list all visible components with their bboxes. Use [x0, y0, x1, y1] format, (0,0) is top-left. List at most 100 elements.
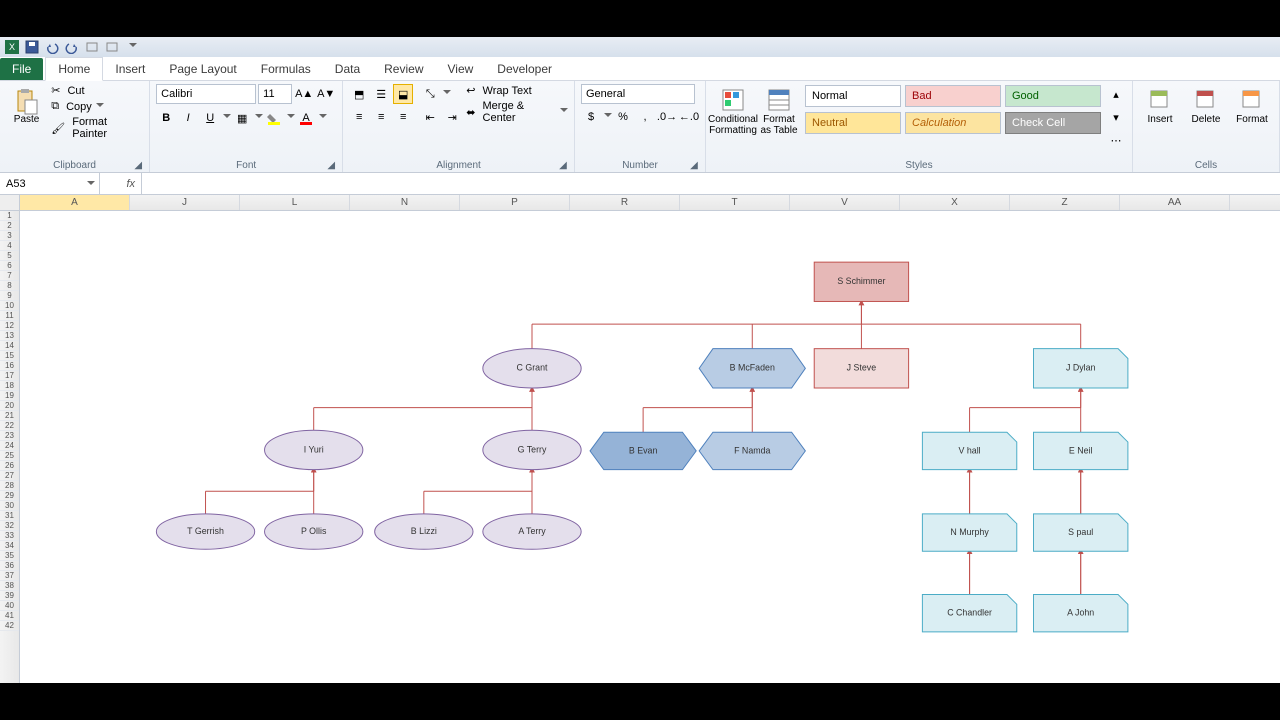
row-header-39[interactable]: 39	[0, 591, 19, 601]
row-header-4[interactable]: 4	[0, 241, 19, 251]
save-icon[interactable]	[24, 39, 40, 55]
font-size-combo[interactable]: 11	[258, 84, 292, 104]
row-header-27[interactable]: 27	[0, 471, 19, 481]
style-neutral[interactable]: Neutral	[805, 112, 901, 134]
insert-cells-button[interactable]: Insert	[1139, 84, 1181, 125]
tab-home[interactable]: Home	[45, 57, 103, 81]
merge-center-button[interactable]: ⬌ Merge & Center	[466, 100, 568, 124]
node-jsteve[interactable]: J Steve	[814, 349, 908, 388]
row-header-26[interactable]: 26	[0, 461, 19, 471]
node-bevan[interactable]: B Evan	[590, 432, 696, 469]
node-pollis[interactable]: P Ollis	[265, 514, 363, 549]
align-top-button[interactable]: ⬒	[349, 84, 369, 104]
bold-button[interactable]: B	[156, 108, 176, 128]
row-header-25[interactable]: 25	[0, 451, 19, 461]
align-right-button[interactable]: ≡	[393, 107, 413, 127]
row-header-21[interactable]: 21	[0, 411, 19, 421]
percent-button[interactable]: %	[613, 107, 633, 127]
border-button[interactable]: ▦	[232, 108, 252, 128]
worksheet-grid[interactable]: AJLNPRTVXZAA 123456789101112131415161718…	[0, 195, 1280, 683]
row-header-15[interactable]: 15	[0, 351, 19, 361]
tab-view[interactable]: View	[436, 58, 486, 80]
col-header-J[interactable]: J	[130, 195, 240, 210]
node-cgrant[interactable]: C Grant	[483, 349, 581, 388]
number-format-combo[interactable]: General	[581, 84, 695, 104]
row-header-5[interactable]: 5	[0, 251, 19, 261]
node-vhall[interactable]: V hall	[922, 432, 1016, 469]
col-header-R[interactable]: R	[570, 195, 680, 210]
tab-formulas[interactable]: Formulas	[249, 58, 323, 80]
node-spaul[interactable]: S paul	[1034, 514, 1128, 551]
shrink-font-button[interactable]: A▼	[316, 84, 336, 104]
delete-cells-button[interactable]: Delete	[1185, 84, 1227, 125]
tab-page-layout[interactable]: Page Layout	[157, 58, 248, 80]
formula-input[interactable]	[142, 173, 1280, 194]
tab-developer[interactable]: Developer	[485, 58, 564, 80]
row-header-9[interactable]: 9	[0, 291, 19, 301]
node-jdylan[interactable]: J Dylan	[1034, 349, 1128, 388]
format-as-table-button[interactable]: Format as Table	[758, 84, 800, 136]
qat-dropdown-icon[interactable]	[124, 39, 140, 55]
row-header-17[interactable]: 17	[0, 371, 19, 381]
clipboard-launcher-icon[interactable]: ◢	[133, 160, 143, 170]
row-header-3[interactable]: 3	[0, 231, 19, 241]
font-color-dropdown[interactable]	[318, 108, 326, 128]
accounting-button[interactable]: $	[581, 107, 601, 127]
align-center-button[interactable]: ≡	[371, 107, 391, 127]
styles-more[interactable]: ⋯	[1106, 130, 1126, 150]
col-header-Z[interactable]: Z	[1010, 195, 1120, 210]
tab-data[interactable]: Data	[323, 58, 372, 80]
fill-color-button[interactable]	[264, 108, 284, 128]
format-painter-button[interactable]: 🖌 Format Painter	[51, 116, 143, 140]
node-eneil[interactable]: E Neil	[1034, 432, 1128, 469]
row-header-13[interactable]: 13	[0, 331, 19, 341]
row-header-41[interactable]: 41	[0, 611, 19, 621]
node-cchandler[interactable]: C Chandler	[922, 595, 1016, 632]
row-header-33[interactable]: 33	[0, 531, 19, 541]
increase-decimal-button[interactable]: .0→	[657, 107, 677, 127]
tab-review[interactable]: Review	[372, 58, 435, 80]
styles-scroll-up[interactable]: ▴	[1106, 84, 1126, 104]
style-check-cell[interactable]: Check Cell	[1005, 112, 1101, 134]
undo-icon[interactable]	[44, 39, 60, 55]
select-all-corner[interactable]	[0, 195, 20, 211]
col-header-A[interactable]: A	[20, 195, 130, 210]
fill-color-dropdown[interactable]	[286, 108, 294, 128]
font-launcher-icon[interactable]: ◢	[326, 160, 336, 170]
row-header-40[interactable]: 40	[0, 601, 19, 611]
copy-button[interactable]: ⧉ Copy	[51, 100, 143, 113]
row-header-22[interactable]: 22	[0, 421, 19, 431]
row-header-30[interactable]: 30	[0, 501, 19, 511]
row-header-10[interactable]: 10	[0, 301, 19, 311]
redo-icon[interactable]	[64, 39, 80, 55]
row-header-32[interactable]: 32	[0, 521, 19, 531]
row-header-34[interactable]: 34	[0, 541, 19, 551]
qat-custom-icon[interactable]	[84, 39, 100, 55]
row-header-42[interactable]: 42	[0, 621, 19, 631]
decrease-indent-button[interactable]: ⇤	[420, 107, 440, 127]
row-header-19[interactable]: 19	[0, 391, 19, 401]
row-header-23[interactable]: 23	[0, 431, 19, 441]
node-iyuri[interactable]: I Yuri	[265, 430, 363, 469]
wrap-text-button[interactable]: ↩ Wrap Text	[466, 84, 568, 97]
col-header-X[interactable]: X	[900, 195, 1010, 210]
row-header-35[interactable]: 35	[0, 551, 19, 561]
col-header-N[interactable]: N	[350, 195, 460, 210]
node-root[interactable]: S Schimmer	[814, 262, 908, 301]
decrease-decimal-button[interactable]: ←.0	[679, 107, 699, 127]
node-nmurphy[interactable]: N Murphy	[922, 514, 1016, 551]
node-tgerrish[interactable]: T Gerrish	[156, 514, 254, 549]
row-header-12[interactable]: 12	[0, 321, 19, 331]
row-header-2[interactable]: 2	[0, 221, 19, 231]
increase-indent-button[interactable]: ⇥	[442, 107, 462, 127]
col-header-L[interactable]: L	[240, 195, 350, 210]
font-name-combo[interactable]: Calibri	[156, 84, 256, 104]
grow-font-button[interactable]: A▲	[294, 84, 314, 104]
paste-button[interactable]: Paste	[6, 84, 47, 125]
italic-button[interactable]: I	[178, 108, 198, 128]
node-aterry[interactable]: A Terry	[483, 514, 581, 549]
format-cells-button[interactable]: Format	[1231, 84, 1273, 125]
row-header-28[interactable]: 28	[0, 481, 19, 491]
align-bottom-button[interactable]: ⬓	[393, 84, 413, 104]
orientation-dropdown[interactable]	[442, 84, 450, 104]
